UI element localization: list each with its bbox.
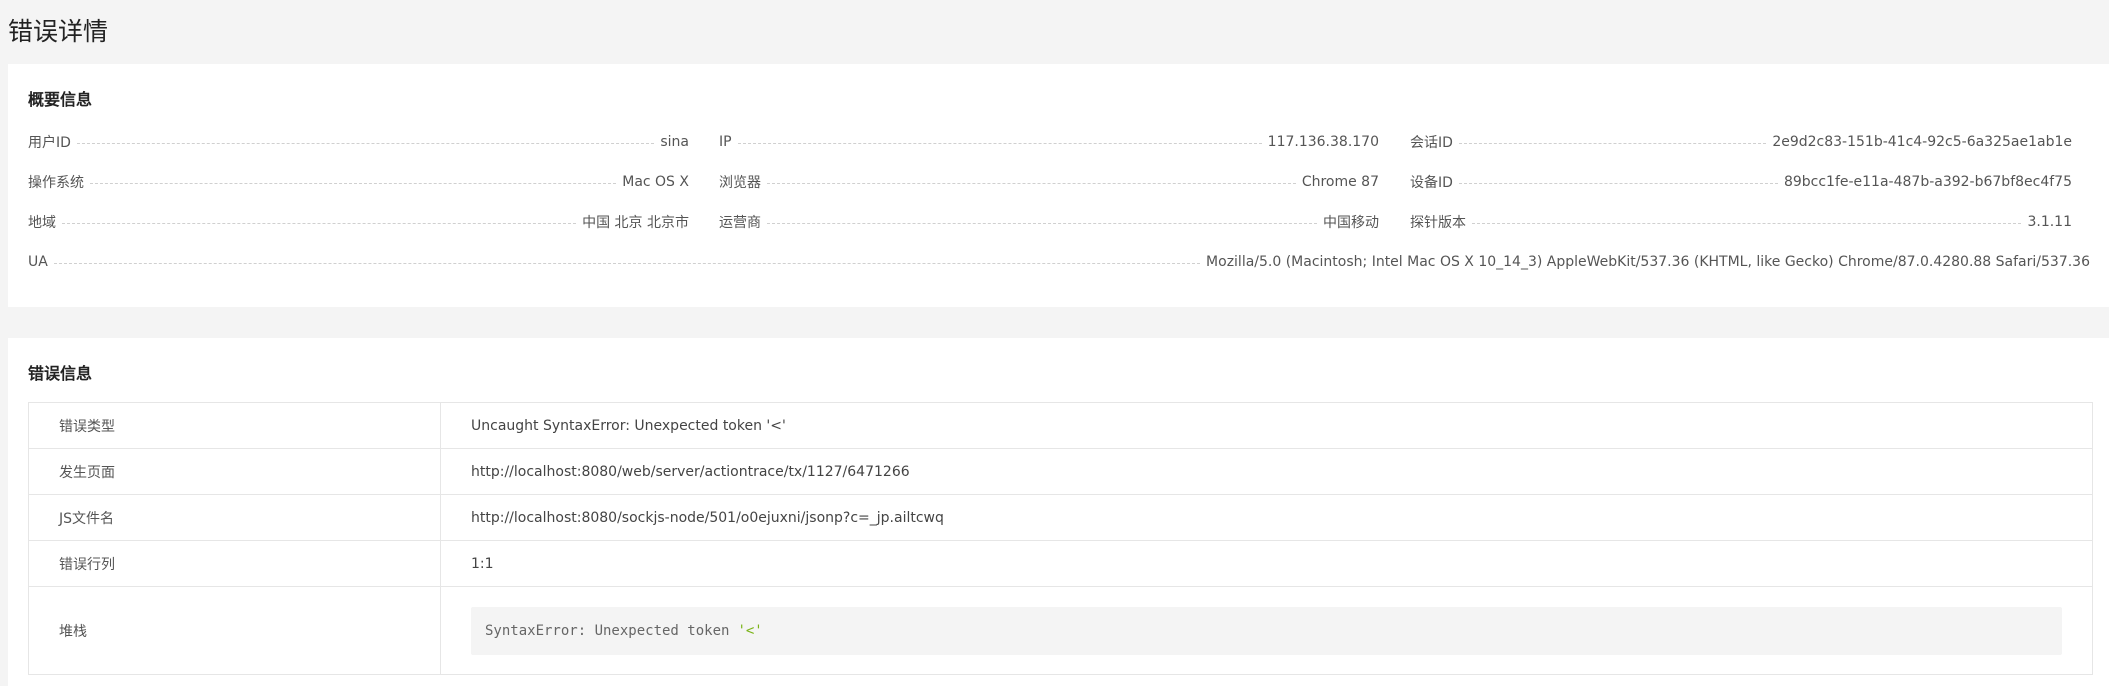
table-row: 错误类型 Uncaught SyntaxError: Unexpected to… — [29, 403, 2092, 449]
kv-device-id: 设备ID 89bcc1fe-e11a-487b-a392-b67bf8ec4f7… — [1410, 172, 2072, 192]
overview-row-ua: UA Mozilla/5.0 (Macintosh; Intel Mac OS … — [28, 252, 2098, 272]
table-row: JS文件名 http://localhost:8080/sockjs-node/… — [29, 495, 2092, 541]
dotted-leader — [1472, 222, 2022, 224]
kv-value: 3.1.11 — [2027, 214, 2072, 230]
kv-label: 会话ID — [1410, 135, 1453, 151]
kv-ip: IP 117.136.38.170 — [719, 132, 1379, 152]
kv-label: IP — [719, 134, 732, 150]
row-label: 错误类型 — [29, 403, 441, 448]
row-label: 堆栈 — [29, 587, 441, 674]
row-label: JS文件名 — [29, 495, 441, 540]
overview-section-title: 概要信息 — [28, 90, 93, 109]
kv-session-id: 会话ID 2e9d2c83-151b-41c4-92c5-6a325ae1ab1… — [1410, 132, 2072, 152]
kv-region: 地域 中国 北京 北京市 — [28, 212, 689, 232]
table-row: 发生页面 http://localhost:8080/web/server/ac… — [29, 449, 2092, 495]
kv-label: 地域 — [28, 215, 56, 231]
dotted-leader — [767, 222, 1317, 224]
row-value: SyntaxError: Unexpected token '<' — [441, 587, 2092, 674]
kv-value: Mac OS X — [622, 174, 689, 190]
row-value: 1:1 — [471, 555, 494, 572]
kv-label: UA — [28, 254, 48, 270]
dotted-leader — [1458, 142, 1767, 144]
dotted-leader — [90, 182, 617, 184]
kv-ua: UA Mozilla/5.0 (Macintosh; Intel Mac OS … — [28, 252, 2090, 272]
kv-label: 运营商 — [719, 215, 761, 231]
overview-row: 用户ID sina IP 117.136.38.170 会话ID 2e9d2c8… — [28, 132, 2098, 152]
row-label: 错误行列 — [29, 541, 441, 586]
kv-label: 用户ID — [28, 135, 71, 151]
kv-value: 89bcc1fe-e11a-487b-a392-b67bf8ec4f75 — [1783, 174, 2072, 190]
stack-trace-token: '<' — [737, 622, 763, 639]
kv-value: 中国移动 — [1323, 215, 1379, 231]
row-value: http://localhost:8080/web/server/actiont… — [471, 463, 910, 480]
kv-value: 中国 北京 北京市 — [582, 215, 689, 231]
kv-label: 设备ID — [1410, 175, 1453, 191]
kv-browser: 浏览器 Chrome 87 — [719, 172, 1379, 192]
dotted-leader — [76, 142, 655, 144]
dotted-leader — [62, 222, 577, 224]
overview-row: 地域 中国 北京 北京市 运营商 中国移动 探针版本 3.1.11 — [28, 212, 2098, 232]
kv-value: Mozilla/5.0 (Macintosh; Intel Mac OS X 1… — [1206, 254, 2090, 270]
kv-value: sina — [660, 134, 689, 150]
kv-carrier: 运营商 中国移动 — [719, 212, 1379, 232]
error-table: 错误类型 Uncaught SyntaxError: Unexpected to… — [28, 402, 2093, 675]
overview-row: 操作系统 Mac OS X 浏览器 Chrome 87 设备ID 89bcc1f… — [28, 172, 2098, 192]
dotted-leader — [767, 182, 1296, 184]
dotted-leader — [53, 262, 1201, 264]
table-row: 错误行列 1:1 — [29, 541, 2092, 587]
page-title: 错误详情 — [8, 17, 109, 46]
overview-card: 概要信息 用户ID sina IP 117.136.38.170 会话ID 2e… — [8, 64, 2109, 307]
kv-probe-version: 探针版本 3.1.11 — [1410, 212, 2072, 232]
table-row-stack: 堆栈 SyntaxError: Unexpected token '<' — [29, 587, 2092, 675]
kv-value: Chrome 87 — [1301, 174, 1379, 190]
kv-value: 2e9d2c83-151b-41c4-92c5-6a325ae1ab1e — [1772, 134, 2072, 150]
kv-label: 探针版本 — [1410, 215, 1466, 231]
stack-trace-box: SyntaxError: Unexpected token '<' — [471, 606, 2062, 655]
row-label: 发生页面 — [29, 449, 441, 494]
stack-trace-text: SyntaxError: Unexpected token — [485, 622, 730, 639]
kv-label: 浏览器 — [719, 175, 761, 191]
error-card: 错误信息 错误类型 Uncaught SyntaxError: Unexpect… — [8, 338, 2109, 686]
error-section-title: 错误信息 — [28, 364, 93, 383]
dotted-leader — [1458, 182, 1778, 184]
row-value: Uncaught SyntaxError: Unexpected token '… — [471, 417, 786, 434]
dotted-leader — [737, 142, 1262, 144]
kv-os: 操作系统 Mac OS X — [28, 172, 689, 192]
kv-value: 117.136.38.170 — [1267, 134, 1379, 150]
row-value: http://localhost:8080/sockjs-node/501/o0… — [471, 509, 944, 526]
kv-label: 操作系统 — [28, 175, 84, 191]
kv-user-id: 用户ID sina — [28, 132, 689, 152]
